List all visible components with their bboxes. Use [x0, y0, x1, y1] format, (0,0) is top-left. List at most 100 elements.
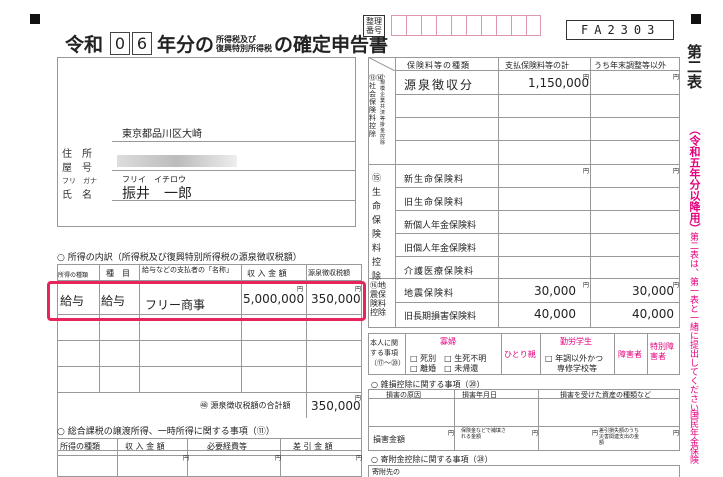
highlight-box [47, 281, 366, 321]
redacted-yago [117, 155, 237, 167]
divider [614, 333, 615, 375]
yen-mark: 円 [673, 168, 680, 175]
col-type: 所得の種類 [58, 272, 89, 279]
col-diff: 差 引 金 額 [293, 442, 333, 451]
social-sub: 小規模企業共済等掛金控除 [380, 74, 386, 146]
payee-label: 寄附先の [372, 468, 400, 476]
yen-mark: 円 [592, 430, 599, 437]
insurance-label: 保険金などで補填される金額 [461, 428, 506, 440]
special-disabled-label: 特別障害者 [650, 342, 674, 361]
quake-paid[interactable]: 40,000 [534, 307, 576, 321]
side-note: （令和五年分以降用） [688, 124, 701, 234]
col-asset: 損害を受けた資産の種類など [560, 391, 651, 399]
life-row: 介護医療保険料 [404, 267, 475, 277]
form-code: FA2303 [566, 20, 674, 40]
page-title: 令和 0 6 年分の 所得税及び 復興特別所得税 の確定申告書 [65, 30, 388, 57]
col-paid: 支払保険料等の計 [505, 61, 569, 70]
divider [590, 57, 591, 328]
col-kind: 保険料等の種類 [407, 61, 470, 70]
quake-kind: 旧長期損害保険料 [404, 312, 477, 322]
divider [538, 389, 539, 451]
yen-mark: 円 [355, 395, 362, 402]
divider [395, 57, 396, 328]
yen-mark: 円 [673, 282, 680, 289]
social-label: ⑬⑭社会保険料控除 [369, 74, 383, 138]
furigana-label: フリ ガナ [62, 177, 97, 185]
col-item: 種 目 [106, 269, 130, 278]
col-expense: 必要経費等 [207, 442, 247, 451]
col-year-end: うち年末調整等以外 [594, 61, 666, 70]
divider [368, 426, 680, 427]
seiri-label: 整理 番号 [363, 15, 385, 37]
option: 専修学校等 [557, 364, 597, 373]
divider [395, 233, 680, 234]
seiri-boxes[interactable] [391, 15, 541, 36]
deductible-label: 差引損失額のうち災害関連支出の金額 [599, 428, 640, 446]
divider [57, 366, 362, 367]
quake-year-end[interactable]: 30,000 [632, 284, 674, 298]
divider [395, 140, 680, 141]
year-digit[interactable]: 6 [132, 32, 153, 55]
quake-kind: 地震保険料 [404, 289, 455, 299]
divider [112, 141, 355, 142]
option[interactable]: □ 離婚 □ 未帰還 [410, 363, 478, 374]
side-title: 第二表 [685, 44, 703, 89]
col-income: 収 入 金 額 [125, 442, 165, 451]
disabled-label: 障害者 [618, 350, 642, 359]
col-payer: 給与などの支払者の「名称」 [142, 266, 233, 274]
era-label: 令和 [65, 34, 104, 56]
amount-label: 損害金額 [373, 435, 405, 444]
yen-mark: 円 [183, 455, 190, 462]
total-label: ㊽ 源泉徴収税額の合計額 [200, 401, 291, 410]
yago-label: 屋 号 [62, 163, 92, 174]
total-value[interactable]: 350,000 [311, 399, 361, 413]
quake-label: ⑯地震保険料控除 [370, 281, 386, 317]
yen-mark: 円 [583, 74, 590, 81]
divider [395, 187, 680, 188]
year-digit[interactable]: 0 [110, 32, 131, 55]
yen-mark: 円 [673, 74, 680, 81]
diagonal-mark [368, 57, 395, 71]
corner-mark [691, 14, 701, 24]
life-row: 新生命保険料 [404, 175, 465, 185]
life-row: 旧個人年金保険料 [404, 244, 477, 254]
donation-section-title: ○ 寄附金控除に関する事項（㉘） [371, 455, 493, 464]
widow-label: 寡婦 [440, 337, 456, 346]
divider [395, 94, 680, 95]
hitori-label: ひとり親 [504, 350, 536, 359]
identity-box [57, 57, 356, 227]
social-kind[interactable]: 源泉徴収分 [404, 76, 474, 93]
divider [117, 438, 118, 477]
divider [540, 333, 541, 375]
name-label: 氏 名 [62, 190, 92, 201]
personal-label: 本人に関する事項（⑰〜⑳） [370, 339, 405, 367]
divider [57, 392, 362, 393]
address-label: 住 所 [62, 149, 92, 160]
social-paid[interactable]: 1,150,000 [528, 76, 589, 90]
col-type: 所得の種類 [60, 442, 100, 451]
divider [368, 278, 680, 279]
title-text: 年分の [157, 34, 215, 56]
col-withheld: 源泉徴収税額 [308, 269, 350, 277]
col-income: 収 入 金 額 [247, 269, 287, 278]
transfer-section-title: ○ 総合課税の譲渡所得、一時所得に関する事項（⑪） [57, 427, 275, 437]
divider [498, 57, 499, 328]
income-section-title: ○ 所得の内訳（所得税及び復興特別所得税の源泉徴収税額） [57, 253, 302, 263]
yen-mark: 円 [583, 282, 590, 289]
donation-table [368, 465, 680, 477]
life-row: 新個人年金保険料 [404, 221, 477, 231]
divider [501, 333, 502, 375]
quake-paid[interactable]: 30,000 [534, 284, 576, 298]
side-note-3: 国民年金保険 [688, 410, 698, 464]
yen-mark: 円 [275, 455, 282, 462]
divider [395, 210, 680, 211]
divider [647, 333, 648, 375]
yen-mark: 円 [673, 430, 680, 437]
yen-mark: 円 [532, 430, 539, 437]
divider [454, 389, 455, 451]
life-label: ⑮生命保険料控除 [372, 174, 382, 282]
title-small: 所得税及び 復興特別所得税 [216, 34, 273, 53]
life-row: 旧生命保険料 [404, 198, 465, 208]
quake-year-end[interactable]: 40,000 [632, 307, 674, 321]
address-value[interactable]: 東京都品川区大崎 [122, 125, 202, 140]
